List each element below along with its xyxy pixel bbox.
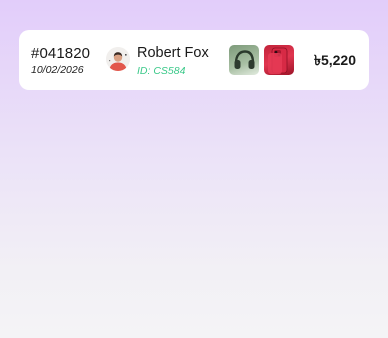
phone-product-icon <box>264 45 294 75</box>
customer-id: ID: CS584 <box>137 65 186 77</box>
order-total: ৳5,220 <box>313 52 356 68</box>
order-date: 10/02/2026 <box>31 64 84 76</box>
headphones-product-icon <box>229 45 259 75</box>
customer-name: Robert Fox <box>137 45 209 61</box>
order-id: #041820 <box>31 45 91 62</box>
customer-avatar <box>106 47 130 71</box>
order-card[interactable]: #041820 10/02/2026 Robert Fox ID: CS584 … <box>19 30 369 90</box>
